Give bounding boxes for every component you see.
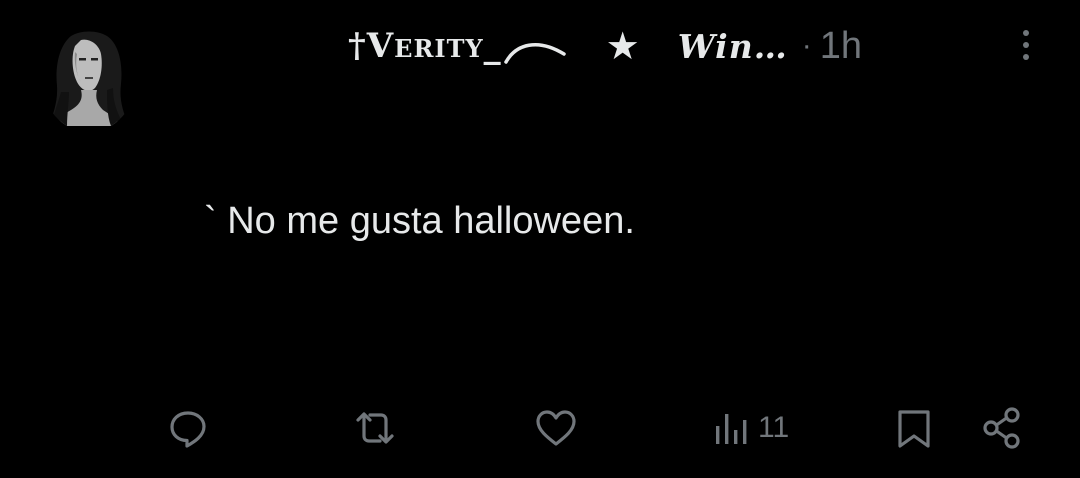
bookmark-icon [898,410,930,448]
post-text: ` No me gusta halloween. [204,200,635,242]
share-icon [983,407,1020,449]
post[interactable]: †Verity_ ★ Win… · 1h ` No me gusta hallo… [0,0,1080,478]
views-icon [716,414,747,444]
author-display-name[interactable]: †Verity_ [348,26,502,66]
repost-button[interactable] [352,400,398,456]
post-header: †Verity_ ★ Win… · 1h [348,18,862,74]
more-options-icon[interactable] [1014,30,1038,70]
name-decoration-icon [502,26,568,66]
bookmark-button[interactable] [894,400,934,456]
reply-icon [170,411,206,448]
header-separator: · [801,29,812,62]
star-icon: ★ [605,24,640,68]
reply-button[interactable] [166,400,210,456]
share-button[interactable] [980,400,1024,456]
avatar-image [41,22,137,132]
like-button[interactable] [533,400,579,456]
action-bar: 11 [0,400,1080,456]
repost-icon [356,412,394,444]
avatar[interactable] [41,22,137,132]
like-icon [536,410,576,446]
views-button[interactable]: 11 [712,400,789,456]
author-handle[interactable]: Win… [678,27,788,66]
views-count: 11 [758,411,790,444]
post-timestamp[interactable]: 1h [820,25,862,68]
